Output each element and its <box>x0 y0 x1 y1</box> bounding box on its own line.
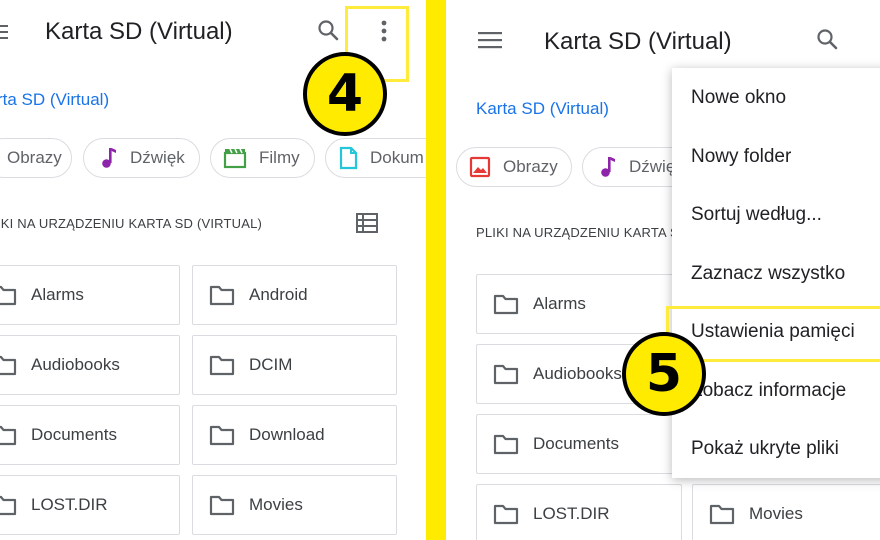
menu-item-new-window[interactable]: Nowe okno <box>691 87 786 109</box>
menu-item-select-all[interactable]: Zaznacz wszystko <box>691 263 845 285</box>
document-icon <box>339 146 358 170</box>
folder-tile-lost-dir[interactable]: LOST.DIR <box>476 484 682 540</box>
chip-audio[interactable]: Dźwięk <box>83 138 200 178</box>
chip-videos[interactable]: Filmy <box>210 138 315 178</box>
breadcrumb[interactable]: rta SD (Virtual) <box>0 90 109 110</box>
folder-name: LOST.DIR <box>533 504 610 523</box>
folder-icon <box>0 425 17 446</box>
step-badge-5: 5 <box>622 332 706 416</box>
folder-name: Movies <box>249 495 303 514</box>
folder-icon <box>493 294 519 315</box>
folder-name: Download <box>249 425 325 444</box>
menu-item-show-info[interactable]: Zobacz informacje <box>691 380 846 402</box>
chip-images[interactable]: Obrazy <box>0 138 72 178</box>
folder-icon <box>493 434 519 455</box>
folder-name: Audiobooks <box>533 364 622 383</box>
folder-name: Movies <box>749 504 803 523</box>
section-header: IKI NA URZĄDZENIU KARTA SD (VIRTUAL) <box>0 216 263 231</box>
folder-tile-lost-dir[interactable]: LOST.DIR <box>0 475 180 535</box>
folder-tile-documents[interactable]: Documents <box>0 405 180 465</box>
folder-icon <box>209 285 235 306</box>
folder-tile-download[interactable]: Download <box>192 405 397 465</box>
folder-icon <box>209 355 235 376</box>
folder-icon <box>0 495 17 516</box>
folder-icon <box>493 504 519 525</box>
chip-label: Filmy <box>259 148 300 167</box>
music-note-icon <box>601 157 615 177</box>
step-badge-4: 4 <box>303 52 387 136</box>
folder-name: Alarms <box>533 294 586 313</box>
folder-tile-movies[interactable]: Movies <box>192 475 397 535</box>
folder-tile-audiobooks[interactable]: Audiobooks <box>0 335 180 395</box>
folder-icon <box>209 495 235 516</box>
folder-tile-android[interactable]: Android <box>192 265 397 325</box>
search-icon[interactable] <box>815 27 839 51</box>
folder-icon <box>209 425 235 446</box>
chip-label: Dokum <box>370 148 424 167</box>
folder-tile-alarms[interactable]: Alarms <box>476 274 682 334</box>
folder-icon <box>0 285 17 306</box>
movie-icon <box>223 148 247 169</box>
chip-label: Obrazy <box>503 157 558 176</box>
folder-name: DCIM <box>249 355 293 374</box>
hamburger-menu-icon[interactable] <box>0 22 8 42</box>
chip-label: Dźwięk <box>130 148 185 167</box>
music-note-icon <box>102 148 116 168</box>
folder-name: Documents <box>31 425 117 444</box>
folder-name: Android <box>249 285 308 304</box>
overflow-menu: Nowe okno Nowy folder Sortuj według... Z… <box>672 68 880 478</box>
menu-item-sort-by[interactable]: Sortuj według... <box>691 204 822 226</box>
chip-label: Dźwię <box>629 157 676 176</box>
folder-tile-movies[interactable]: Movies <box>692 484 880 540</box>
folder-name: Alarms <box>31 285 84 304</box>
folder-name: Documents <box>533 434 619 453</box>
left-screen: Karta SD (Virtual) 4 rta SD (Virtual) Ob… <box>0 0 426 540</box>
chip-images[interactable]: Obrazy <box>456 147 572 187</box>
menu-item-new-folder[interactable]: Nowy folder <box>691 146 791 168</box>
folder-icon <box>709 504 735 525</box>
image-icon <box>469 156 491 178</box>
search-icon[interactable] <box>316 18 340 42</box>
folder-name: Audiobooks <box>31 355 120 374</box>
list-view-icon[interactable] <box>356 213 378 233</box>
folder-tile-documents[interactable]: Documents <box>476 414 682 474</box>
chip-documents[interactable]: Dokum <box>325 138 426 178</box>
app-title: Karta SD (Virtual) <box>544 28 732 55</box>
folder-icon <box>493 364 519 385</box>
folder-tile-dcim[interactable]: DCIM <box>192 335 397 395</box>
folder-name: LOST.DIR <box>31 495 108 514</box>
app-title: Karta SD (Virtual) <box>45 18 233 45</box>
folder-icon <box>0 355 17 376</box>
section-header: PLIKI NA URZĄDZENIU KARTA S <box>476 225 679 240</box>
hamburger-menu-icon[interactable] <box>478 30 502 50</box>
chip-label: Obrazy <box>7 148 62 167</box>
breadcrumb[interactable]: Karta SD (Virtual) <box>476 99 609 119</box>
menu-item-show-hidden-files[interactable]: Pokaż ukryte pliki <box>691 438 839 460</box>
folder-tile-alarms[interactable]: Alarms <box>0 265 180 325</box>
yellow-divider <box>426 0 446 540</box>
